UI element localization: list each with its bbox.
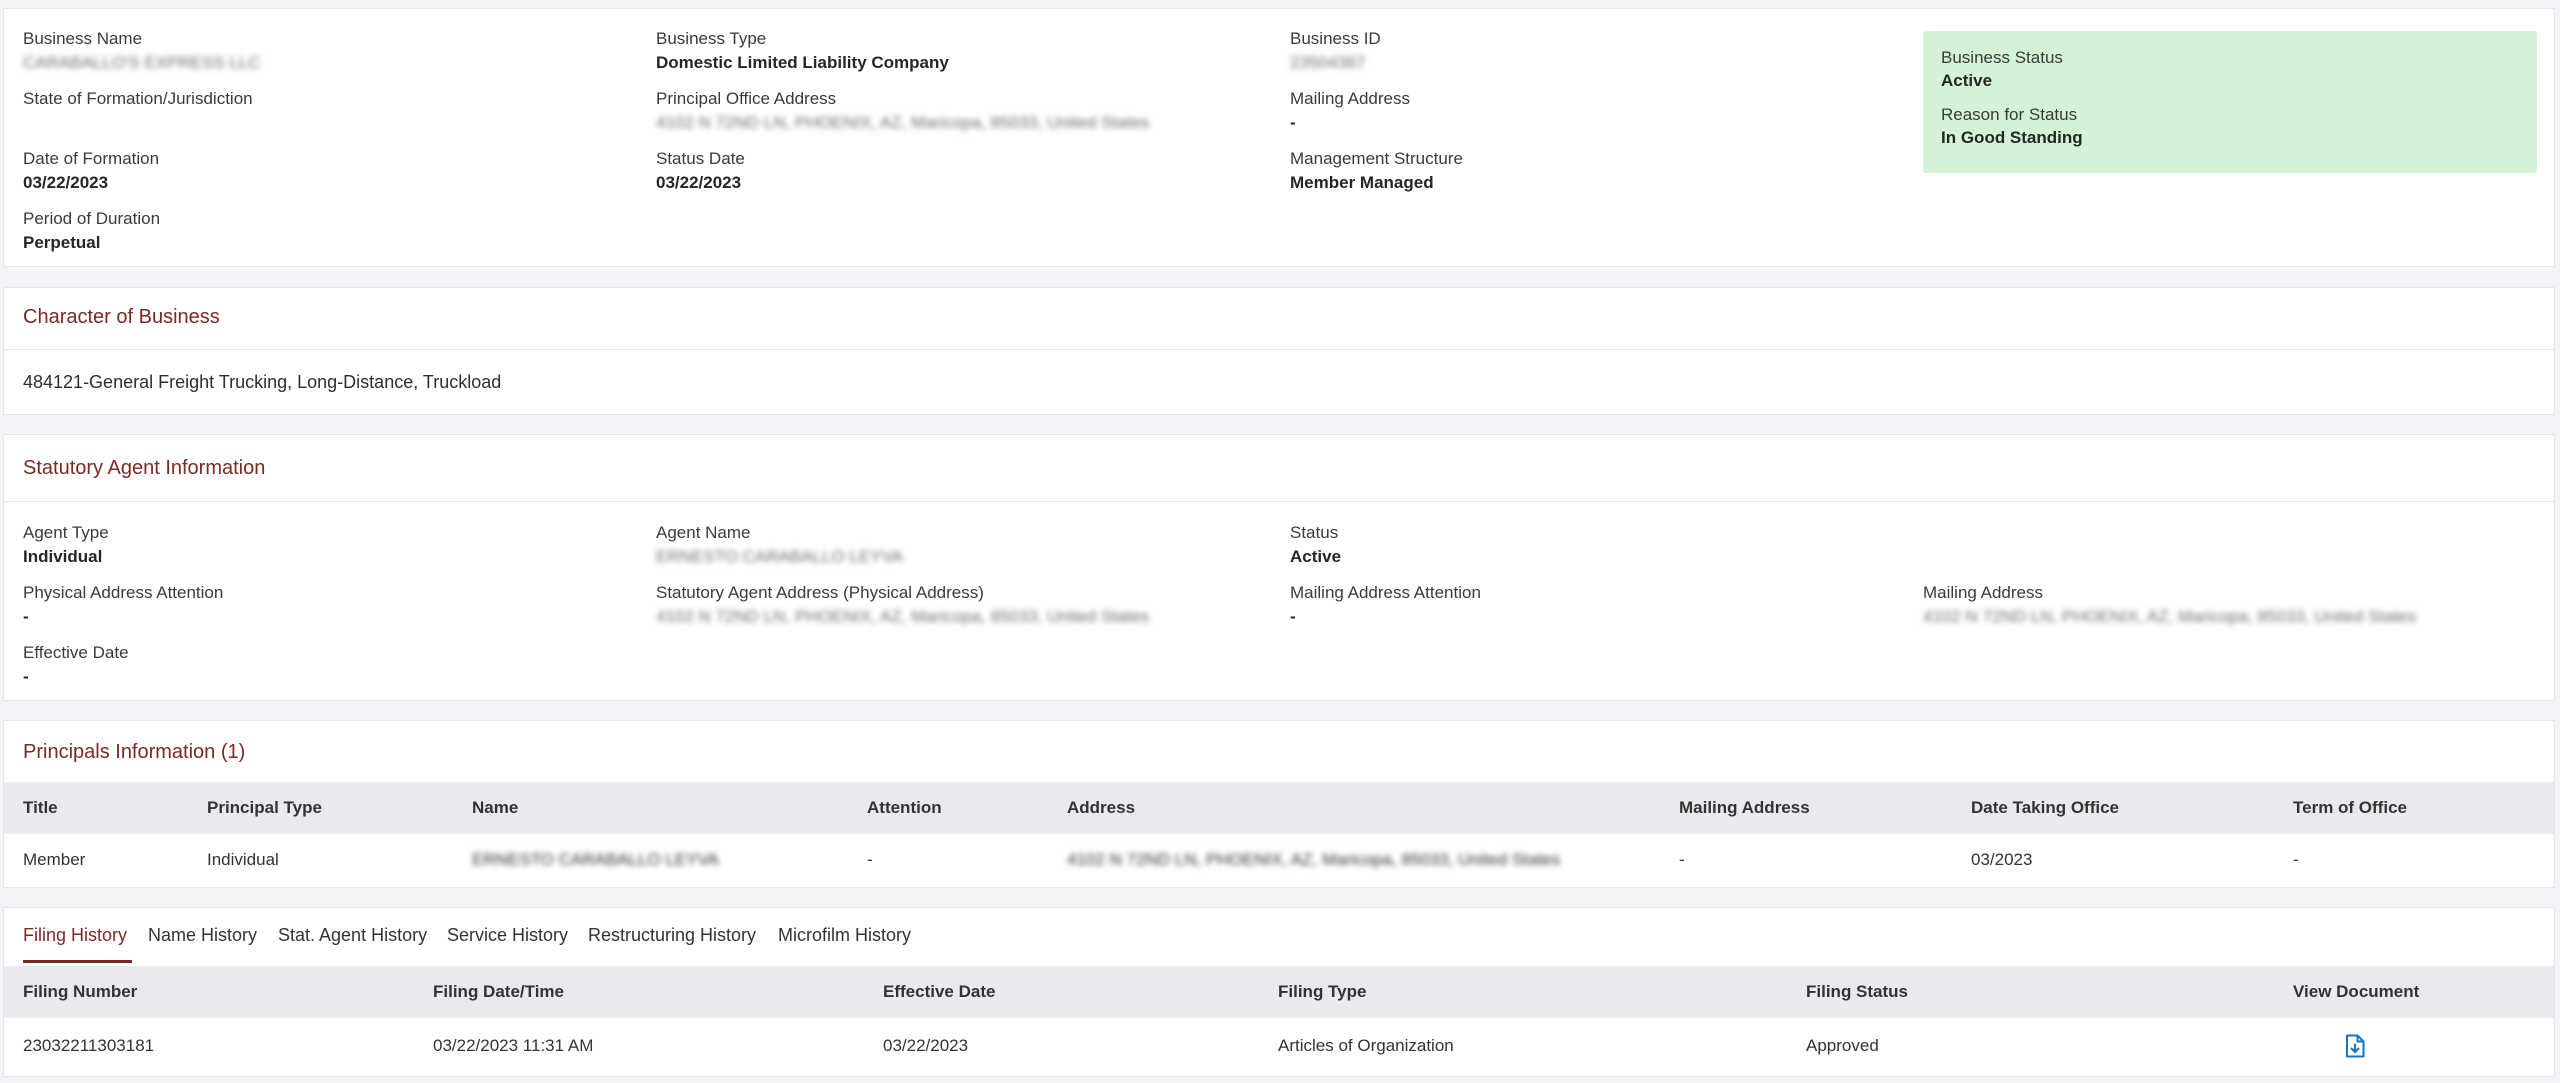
history-card: Filing History Name History Stat. Agent … bbox=[3, 907, 2555, 1077]
agent-name-value: ERNESTO CARABALLO LEYVA bbox=[656, 547, 903, 566]
principal-mailing-cell: - bbox=[1679, 850, 1685, 869]
statutory-agent-card: Statutory Agent Information Agent Type I… bbox=[3, 434, 2555, 701]
principal-attention-cell: - bbox=[867, 850, 873, 869]
physical-address-attention-value: - bbox=[23, 607, 29, 626]
tab-service-history[interactable]: Service History bbox=[447, 925, 568, 946]
column-header: Name bbox=[472, 798, 519, 817]
period-of-duration-value: Perpetual bbox=[23, 233, 101, 252]
filing-date-time-cell: 03/22/2023 11:31 AM bbox=[433, 1036, 594, 1055]
principal-name-cell: ERNESTO CARABALLO LEYVA bbox=[472, 850, 719, 869]
tab-microfilm-history[interactable]: Microfilm History bbox=[778, 925, 911, 946]
column-header: Filing Number bbox=[23, 982, 138, 1001]
filing-history-table-header: Filing Number Filing Date/Time Effective… bbox=[4, 966, 2554, 1018]
column-header: Filing Status bbox=[1806, 982, 1908, 1001]
principal-office-label: Principal Office Address bbox=[656, 89, 837, 108]
business-status-label: Business Status bbox=[1941, 48, 2063, 67]
character-of-business-value: 484121-General Freight Trucking, Long-Di… bbox=[23, 372, 502, 392]
business-type-value: Domestic Limited Liability Company bbox=[656, 53, 949, 72]
divider bbox=[4, 349, 2554, 350]
period-of-duration-label: Period of Duration bbox=[23, 209, 161, 228]
column-header: Mailing Address bbox=[1679, 798, 1810, 817]
column-header: Date Taking Office bbox=[1971, 798, 2119, 817]
agent-type-value: Individual bbox=[23, 547, 103, 566]
mailing-address-attention-value: - bbox=[1290, 607, 1296, 626]
character-of-business-card: Character of Business 484121-General Fre… bbox=[3, 287, 2555, 415]
tab-name-history[interactable]: Name History bbox=[148, 925, 257, 946]
mailing-address-value: - bbox=[1290, 113, 1296, 132]
filing-number-cell: 23032211303181 bbox=[23, 1036, 155, 1055]
principals-title: Principals Information (1) bbox=[23, 741, 246, 763]
physical-address-attention-label: Physical Address Attention bbox=[23, 583, 224, 602]
filing-status-cell: Approved bbox=[1806, 1036, 1879, 1055]
tab-filing-history[interactable]: Filing History bbox=[23, 925, 127, 946]
business-status-value: Active bbox=[1941, 71, 1993, 90]
management-structure-label: Management Structure bbox=[1290, 149, 1463, 168]
principal-type-cell: Individual bbox=[207, 850, 279, 869]
principal-date-taking-office-cell: 03/2023 bbox=[1971, 850, 2033, 869]
effective-date-label: Effective Date bbox=[23, 643, 129, 662]
column-header: Term of Office bbox=[2293, 798, 2407, 817]
column-header: Attention bbox=[867, 798, 942, 817]
principal-title-cell: Member bbox=[23, 850, 86, 869]
document-download-icon[interactable] bbox=[2345, 1034, 2365, 1058]
column-header: View Document bbox=[2293, 982, 2420, 1001]
principals-table-header: Title Principal Type Name Attention Addr… bbox=[4, 782, 2554, 834]
agent-status-label: Status bbox=[1290, 523, 1339, 542]
active-tab-indicator bbox=[23, 960, 132, 963]
business-type-label: Business Type bbox=[656, 29, 767, 48]
reason-for-status-label: Reason for Status bbox=[1941, 105, 2078, 124]
state-of-formation-label: State of Formation/Jurisdiction bbox=[23, 89, 253, 108]
agent-name-label: Agent Name bbox=[656, 523, 751, 542]
column-header: Principal Type bbox=[207, 798, 322, 817]
principal-address-cell: 4102 N 72ND LN, PHOENIX, AZ, Maricopa, 8… bbox=[1067, 850, 1561, 869]
column-header: Filing Type bbox=[1278, 982, 1367, 1001]
column-header: Effective Date bbox=[883, 982, 996, 1001]
business-name-label: Business Name bbox=[23, 29, 143, 48]
agent-status-value: Active bbox=[1290, 547, 1342, 566]
table-row: 23032211303181 03/22/2023 11:31 AM 03/22… bbox=[4, 1018, 2554, 1076]
tab-stat-agent-history[interactable]: Stat. Agent History bbox=[278, 925, 427, 946]
column-header: Title bbox=[23, 798, 58, 817]
filing-type-cell: Articles of Organization bbox=[1278, 1036, 1454, 1055]
divider bbox=[4, 501, 2554, 502]
agent-type-label: Agent Type bbox=[23, 523, 109, 542]
reason-for-status-value: In Good Standing bbox=[1941, 128, 2083, 147]
agent-physical-address-label: Statutory Agent Address (Physical Addres… bbox=[656, 583, 984, 602]
management-structure-value: Member Managed bbox=[1290, 173, 1434, 192]
principal-term-cell: - bbox=[2293, 850, 2299, 869]
mailing-address-label: Mailing Address bbox=[1290, 89, 1411, 108]
agent-physical-address-value: 4102 N 72ND LN, PHOENIX, AZ, Maricopa, 8… bbox=[656, 607, 1150, 626]
tab-restructuring-history[interactable]: Restructuring History bbox=[588, 925, 756, 946]
business-id-label: Business ID bbox=[1290, 29, 1381, 48]
principals-card: Principals Information (1) Title Princip… bbox=[3, 720, 2555, 888]
table-row: Member Individual ERNESTO CARABALLO LEYV… bbox=[4, 834, 2554, 888]
business-summary-card: Business Name CARABALLO'S EXPRESS LLC Bu… bbox=[3, 8, 2555, 267]
mailing-address-attention-label: Mailing Address Attention bbox=[1290, 583, 1481, 602]
effective-date-value: - bbox=[23, 667, 29, 686]
status-date-value: 03/22/2023 bbox=[656, 173, 742, 192]
business-id-value: 23504367 bbox=[1290, 53, 1366, 72]
statutory-agent-title: Statutory Agent Information bbox=[23, 457, 266, 479]
principal-office-value: 4102 N 72ND LN, PHOENIX, AZ, Maricopa, 8… bbox=[656, 113, 1150, 132]
agent-mailing-address-value: 4102 N 72ND LN, PHOENIX, AZ, Maricopa, 8… bbox=[1923, 607, 2417, 626]
status-date-label: Status Date bbox=[656, 149, 745, 168]
filing-effective-date-cell: 03/22/2023 bbox=[883, 1036, 969, 1055]
agent-mailing-address-label: Mailing Address bbox=[1923, 583, 2044, 602]
character-of-business-title: Character of Business bbox=[23, 306, 220, 328]
business-name-value: CARABALLO'S EXPRESS LLC bbox=[23, 53, 261, 72]
column-header: Address bbox=[1067, 798, 1136, 817]
column-header: Filing Date/Time bbox=[433, 982, 564, 1001]
formation-date-value: 03/22/2023 bbox=[23, 173, 109, 192]
formation-date-label: Date of Formation bbox=[23, 149, 160, 168]
business-status-box: Business Status Active Reason for Status… bbox=[1923, 31, 2537, 173]
